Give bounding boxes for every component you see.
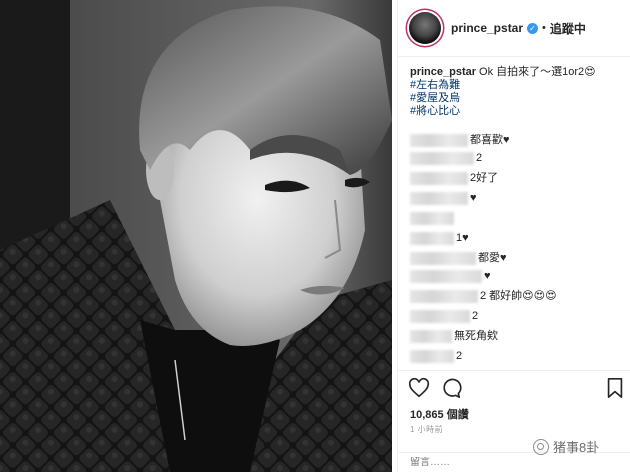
comment-text: 2好了 [470, 172, 499, 184]
action-bar [398, 370, 630, 405]
separator-dot: • [542, 22, 546, 34]
comment-input[interactable] [410, 457, 530, 468]
bookmark-icon[interactable] [606, 377, 624, 404]
blurred-username [410, 192, 468, 205]
verified-badge-icon: ✓ [527, 22, 539, 34]
blurred-username [410, 310, 470, 323]
username-link[interactable]: prince_pstar [451, 21, 523, 35]
post-header: prince_pstar ✓ • 追蹤中 [398, 0, 630, 57]
hashtag-link[interactable]: #愛屋及烏 [410, 92, 625, 105]
comments-area: prince_pstar Ok 自拍來了～選1or2😍 #左右為難 #愛屋及烏 #… [410, 66, 625, 363]
comment-text: 無死角欸 [454, 330, 498, 342]
comment-row: 2 都好帥😍😍😍 [410, 290, 557, 306]
heart-icon[interactable] [408, 377, 430, 404]
blurred-username [410, 212, 454, 225]
blurred-username [410, 172, 468, 185]
blurred-username [410, 252, 476, 265]
comment-text: 2 都好帥😍😍😍 [480, 290, 557, 302]
avatar[interactable] [409, 12, 441, 44]
post-photo [0, 0, 392, 472]
wechat-icon [533, 438, 549, 455]
comment-row: 2 [410, 350, 462, 366]
hashtag-link[interactable]: #左右為難 [410, 79, 625, 92]
blurred-username [410, 350, 454, 363]
likes-count[interactable]: 10,865 個讚 [410, 406, 469, 422]
comment-icon[interactable] [440, 377, 462, 404]
blurred-username [410, 270, 482, 283]
comment-row: 無死角欸 [410, 330, 498, 346]
comment-text: ♥ [470, 192, 477, 204]
watermark: 猪事8卦 [533, 437, 599, 456]
comment-row: ♥ [410, 192, 477, 208]
blurred-username [410, 152, 474, 165]
blurred-username [410, 330, 452, 343]
comment-row: ♥ [410, 270, 491, 286]
comment-row [410, 212, 454, 228]
comment-row: 都愛♥ [410, 252, 507, 268]
post-panel: prince_pstar ✓ • 追蹤中 prince_pstar Ok 自拍來了… [397, 0, 630, 472]
blurred-username [410, 232, 454, 245]
comment-text: 都愛♥ [478, 252, 507, 264]
post-time[interactable]: 1 小時前 [410, 424, 443, 435]
comment-row: 2 [410, 310, 478, 326]
comment-text: 1♥ [456, 232, 469, 244]
caption-text: Ok 自拍來了～選1or2😍 [479, 66, 596, 78]
blurred-username [410, 290, 478, 303]
watermark-text: 猪事8卦 [553, 440, 600, 455]
comment-text: ♥ [484, 270, 491, 282]
comment-row: 都喜歡♥ [410, 134, 510, 150]
comment-row: 2好了 [410, 172, 498, 188]
comment-text: 2 [472, 310, 479, 322]
hashtag-link[interactable]: #將心比心 [410, 105, 625, 118]
caption-author[interactable]: prince_pstar [410, 66, 476, 78]
blurred-username [410, 134, 468, 147]
comment-text: 都喜歡♥ [470, 134, 510, 146]
comment-row: 1♥ [410, 232, 469, 248]
comment-text: 2 [456, 350, 463, 362]
caption: prince_pstar Ok 自拍來了～選1or2😍 #左右為難 #愛屋及烏 #… [410, 66, 625, 118]
comment-row: 2 [410, 152, 482, 168]
comment-text: 2 [476, 152, 483, 164]
follow-button[interactable]: 追蹤中 [550, 20, 586, 37]
